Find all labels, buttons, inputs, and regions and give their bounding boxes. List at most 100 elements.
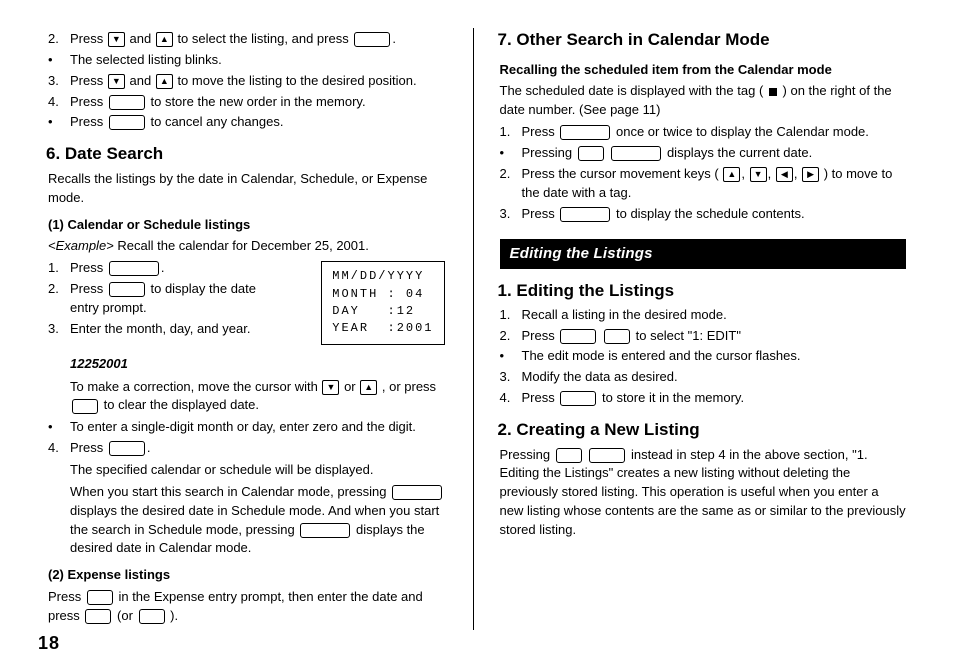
ord: 1. (500, 123, 516, 142)
t: Press (70, 73, 103, 88)
ord: 3. (48, 320, 64, 339)
heading-7: 7. Other Search in Calendar Mode (498, 28, 907, 53)
t: The selected listing blinks. (70, 51, 222, 70)
ord: 2. (48, 280, 64, 318)
ord: 2. (500, 165, 516, 203)
step-4: 4. Press to store the new order in the m… (48, 93, 455, 112)
text: Press to store it in the memory. (522, 389, 745, 408)
e-step-1: 1. Recall a listing in the desired mode. (500, 306, 907, 325)
down-arrow-icon: ▼ (108, 74, 125, 89)
blank-key-icon (560, 391, 596, 406)
down-arrow-icon: ▼ (750, 167, 767, 182)
text: Press to select "1: EDIT" (522, 327, 741, 346)
blank-key-icon (109, 95, 145, 110)
t: displays the current date. (667, 145, 812, 160)
t: Recall a listing in the desired mode. (522, 306, 727, 325)
blank-key-icon (109, 261, 159, 276)
ord: 4. (500, 389, 516, 408)
t: Modify the data as desired. (522, 368, 678, 387)
blank-key-icon (560, 207, 610, 222)
text: Press . (70, 259, 164, 278)
ord: 2. (48, 30, 64, 49)
d-step-3: 3. Enter the month, day, and year. (48, 320, 307, 339)
ord: 3. (500, 205, 516, 224)
dot (48, 113, 64, 132)
ord: 2. (500, 327, 516, 346)
t: Press (48, 589, 85, 604)
up-arrow-icon: ▲ (156, 32, 173, 47)
blank-key-icon (72, 399, 98, 414)
text: Press once or twice to display the Calen… (522, 123, 869, 142)
up-arrow-icon: ▲ (156, 74, 173, 89)
t: Press (522, 390, 555, 405)
t: ). (170, 608, 178, 623)
text: Press ▼ and ▲ to move the listing to the… (70, 72, 417, 91)
t: to store the new order in the memory. (150, 94, 365, 109)
down-arrow-icon: ▼ (322, 380, 339, 395)
t: to select "1: EDIT" (636, 328, 741, 343)
ord: 3. (48, 72, 64, 91)
blank-key-icon (87, 590, 113, 605)
ord: 4. (48, 93, 64, 112)
blank-key-icon (604, 329, 630, 344)
ord: 3. (500, 368, 516, 387)
t: <Example> (48, 238, 114, 253)
t: The edit mode is entered and the cursor … (522, 347, 801, 366)
r-step-3: 3. Press to display the schedule content… (500, 205, 907, 224)
t: Recall the calendar for December 25, 200… (114, 238, 369, 253)
t: The scheduled date is displayed with the… (500, 83, 764, 98)
t: Press the cursor movement keys ( (522, 166, 719, 181)
heading-6: 6. Date Search (46, 142, 455, 167)
page-number: 18 (38, 630, 916, 656)
t: to cancel any changes. (150, 114, 283, 129)
correction-note: To make a correction, move the cursor wi… (70, 378, 455, 416)
e-step-4: 4. Press to store it in the memory. (500, 389, 907, 408)
heading-7-sub: Recalling the scheduled item from the Ca… (500, 61, 907, 80)
blank-key-icon (392, 485, 442, 500)
bullet: Press to cancel any changes. (48, 113, 455, 132)
t: to select the listing, and press (177, 31, 348, 46)
blank-key-icon (85, 609, 111, 624)
t: and (129, 73, 151, 88)
t: (or (117, 608, 137, 623)
tag-square-icon (769, 88, 777, 96)
bullet: The edit mode is entered and the cursor … (500, 347, 907, 366)
d4-para2: When you start this search in Calendar m… (70, 483, 455, 558)
t: Press (70, 260, 103, 275)
dot (48, 418, 64, 437)
d-step-1: 1. Press . (48, 259, 307, 278)
right-column: 7. Other Search in Calendar Mode Recalli… (474, 28, 917, 630)
up-arrow-icon: ▲ (360, 380, 377, 395)
e-step-2: 2. Press to select "1: EDIT" (500, 327, 907, 346)
t: To enter a single-digit month or day, en… (70, 418, 416, 437)
text: Press to display the date entry prompt. (70, 280, 270, 318)
bullet: The selected listing blinks. (48, 51, 455, 70)
ord: 1. (48, 259, 64, 278)
dot (500, 347, 516, 366)
left-column: 2. Press ▼ and ▲ to select the listing, … (38, 28, 474, 630)
up-arrow-icon: ▲ (723, 167, 740, 182)
example-line: <Example> Recall the calendar for Decemb… (48, 237, 455, 256)
code-entry: 12252001 (70, 355, 455, 374)
r-step-2: 2. Press the cursor movement keys ( ▲, ▼… (500, 165, 907, 203)
blank-key-icon (300, 523, 350, 538)
subhead-2: (2) Expense listings (48, 566, 455, 585)
text: Press ▼ and ▲ to select the listing, and… (70, 30, 396, 49)
e-step-3: 3. Modify the data as desired. (500, 368, 907, 387)
blank-key-icon (139, 609, 165, 624)
t: or (344, 379, 359, 394)
t: Press (522, 206, 555, 221)
blank-key-icon (109, 282, 145, 297)
t: to move the listing to the desired posit… (177, 73, 416, 88)
t: to display the schedule contents. (616, 206, 805, 221)
t: Pressing (500, 447, 554, 462)
creating-para: Pressing instead in step 4 in the above … (500, 446, 907, 540)
d4-para1: The specified calendar or schedule will … (70, 461, 455, 480)
text: Press to cancel any changes. (70, 113, 283, 132)
heading-e2: 2. Creating a New Listing (498, 418, 907, 443)
step-2: 2. Press ▼ and ▲ to select the listing, … (48, 30, 455, 49)
two-column-layout: 2. Press ▼ and ▲ to select the listing, … (38, 28, 916, 630)
blank-key-icon (109, 441, 145, 456)
text: Press to store the new order in the memo… (70, 93, 366, 112)
dot (48, 51, 64, 70)
